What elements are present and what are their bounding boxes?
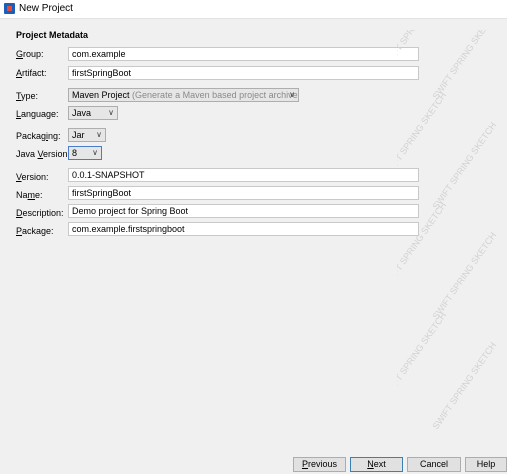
artifact-field[interactable]: firstSpringBoot	[68, 66, 419, 80]
language-select-value: Java	[72, 108, 92, 118]
group-label: Group:	[16, 49, 44, 59]
version-field[interactable]: 0.0.1-SNAPSHOT	[68, 168, 419, 182]
java-version-label: Java Version:	[16, 149, 71, 159]
svg-text:SWIFT SPRING SKETCH: SWIFT SPRING SKETCH	[397, 310, 448, 401]
svg-text:SWIFT SPRING SKETCH: SWIFT SPRING SKETCH	[430, 30, 498, 101]
cancel-button[interactable]: Cancel	[407, 457, 461, 472]
chevron-down-icon: ∨	[92, 148, 98, 157]
type-label: Type:	[16, 91, 39, 101]
svg-text:SWIFT SPRING SKETCH: SWIFT SPRING SKETCH	[430, 340, 498, 431]
group-field[interactable]: com.example	[68, 47, 419, 61]
java-version-select-value: 8	[72, 148, 78, 158]
next-button[interactable]: Next	[350, 457, 403, 472]
language-label: Language:	[16, 109, 59, 119]
previous-button[interactable]: Previous	[293, 457, 346, 472]
svg-text:SWIFT SPRING SKETCH: SWIFT SPRING SKETCH	[430, 230, 498, 321]
window-title: New Project	[19, 3, 73, 14]
type-select-hint: (Generate a Maven based project archive.…	[132, 90, 299, 100]
language-select[interactable]: Java ∨	[68, 106, 118, 120]
chevron-down-icon: ∨	[289, 90, 295, 99]
description-field[interactable]: Demo project for Spring Boot	[68, 204, 419, 218]
watermark: SWIFT SPRING SKETCH SWIFT SPRING SKETCH …	[397, 30, 498, 431]
svg-text:SWIFT SPRING SKETCH: SWIFT SPRING SKETCH	[430, 120, 498, 211]
java-version-select[interactable]: 8 ∨	[68, 146, 102, 160]
chevron-down-icon: ∨	[96, 130, 102, 139]
chevron-down-icon: ∨	[108, 108, 114, 117]
package-field[interactable]: com.example.firstspringboot	[68, 222, 419, 236]
description-label: Description:	[16, 208, 64, 218]
section-title: Project Metadata	[16, 30, 89, 40]
type-select[interactable]: Maven Project (Generate a Maven based pr…	[68, 88, 299, 102]
intellij-app-icon	[4, 3, 15, 14]
package-label: Package:	[16, 226, 54, 236]
type-select-value: Maven Project	[72, 90, 130, 100]
packaging-label: Packaging:	[16, 131, 61, 141]
help-button[interactable]: Help	[465, 457, 507, 472]
packaging-select-value: Jar	[72, 130, 85, 140]
artifact-label: Artifact:	[16, 68, 47, 78]
packaging-select[interactable]: Jar ∨	[68, 128, 106, 142]
version-label: Version:	[16, 172, 49, 182]
window-titlebar: New Project	[0, 0, 507, 19]
name-field[interactable]: firstSpringBoot	[68, 186, 419, 200]
name-label: Name:	[16, 190, 43, 200]
